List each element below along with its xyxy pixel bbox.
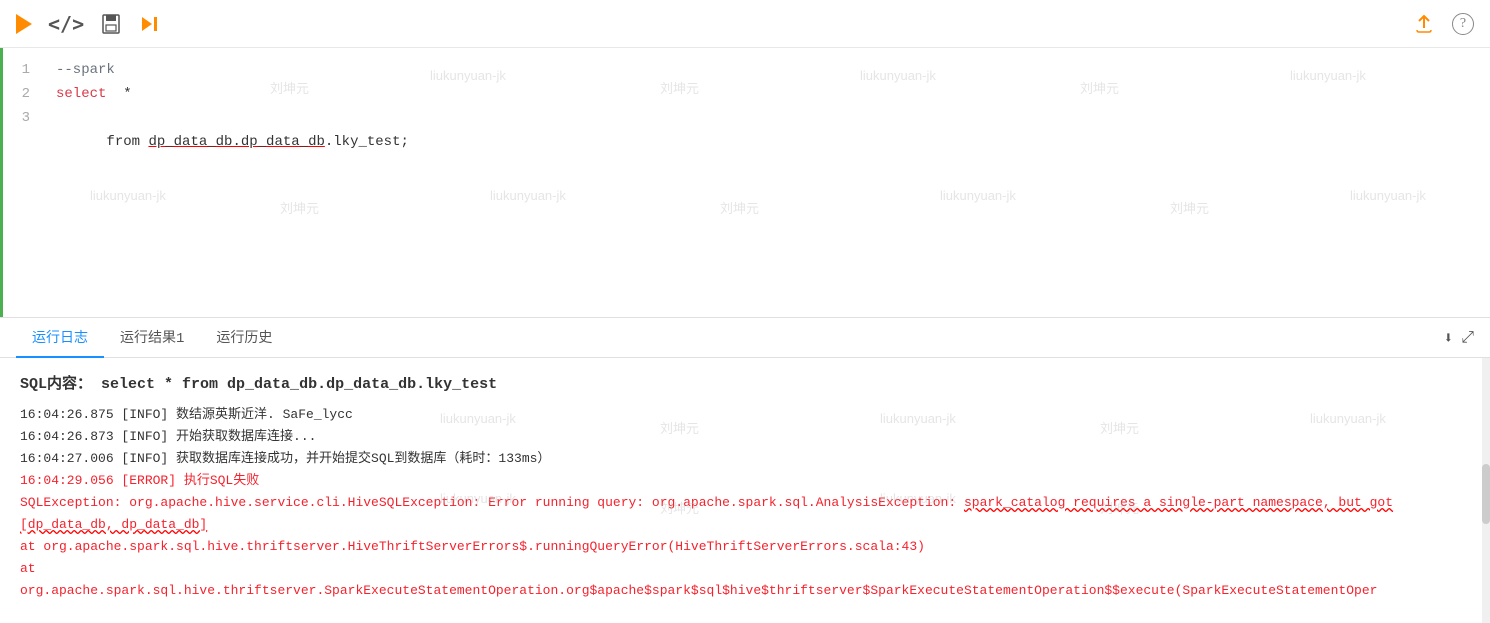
log-line-3: 16:04:27.006 [INFO] 获取数据库连接成功，并开始提交SQL到数…	[20, 448, 1470, 470]
tabs-controls: ⬇ ⤢	[1444, 328, 1474, 348]
help-button[interactable]: ?	[1452, 13, 1474, 35]
log-line-2: 16:04:26.873 [INFO] 开始获取数据库连接...	[20, 426, 1470, 448]
upload-button[interactable]	[1412, 12, 1436, 36]
step-forward-button[interactable]	[138, 13, 160, 35]
line-number-3: 3	[3, 106, 40, 130]
code-line-2: select *	[56, 82, 1474, 106]
collapse-icon[interactable]: ⬇	[1444, 328, 1454, 348]
log-line-1: 16:04:26.875 [INFO] 数结源英斯近洋. SaFe_lycc	[20, 404, 1470, 426]
sql-content-header: SQL内容： select * from dp_data_db.dp_data_…	[20, 374, 1470, 396]
toolbar-left: </>	[16, 12, 160, 36]
code-button[interactable]: </>	[48, 12, 84, 36]
bottom-tabs: 运行日志 运行结果1 运行历史 ⬇ ⤢	[0, 318, 1490, 358]
toolbar: </> ?	[0, 0, 1490, 48]
tab-run-result[interactable]: 运行结果1	[104, 318, 200, 358]
log-line-error-4: at	[20, 558, 1470, 580]
save-button[interactable]	[100, 13, 122, 35]
code-editor[interactable]: --spark select * from dp_data_db.dp_data…	[40, 48, 1490, 317]
code-line-3: from dp_data_db.dp_data_db.lky_test;	[56, 106, 1474, 178]
line-number-1: 1	[3, 58, 40, 82]
log-line-error-2: SQLException: org.apache.hive.service.cl…	[20, 492, 1470, 536]
line-number-2: 2	[3, 82, 40, 106]
tab-run-history[interactable]: 运行历史	[200, 318, 288, 358]
play-button[interactable]	[16, 14, 32, 34]
editor-area: 1 2 3 --spark select * from dp_data_db.d…	[0, 48, 1490, 318]
log-line-error-1: 16:04:29.056 [ERROR] 执行SQL失败	[20, 470, 1470, 492]
log-line-error-3: at org.apache.spark.sql.hive.thriftserve…	[20, 536, 1470, 558]
line-numbers: 1 2 3	[0, 48, 40, 317]
expand-icon[interactable]: ⤢	[1461, 329, 1474, 347]
log-line-error-5: org.apache.spark.sql.hive.thriftserver.S…	[20, 580, 1470, 602]
scrollbar-thumb[interactable]	[1482, 464, 1490, 524]
tabs-list: 运行日志 运行结果1 运行历史	[16, 318, 288, 358]
toolbar-right: ?	[1412, 12, 1474, 36]
log-area: SQL内容： select * from dp_data_db.dp_data_…	[0, 358, 1490, 623]
tab-run-log[interactable]: 运行日志	[16, 318, 104, 358]
code-line-1: --spark	[56, 58, 1474, 82]
scrollbar[interactable]	[1482, 358, 1490, 623]
